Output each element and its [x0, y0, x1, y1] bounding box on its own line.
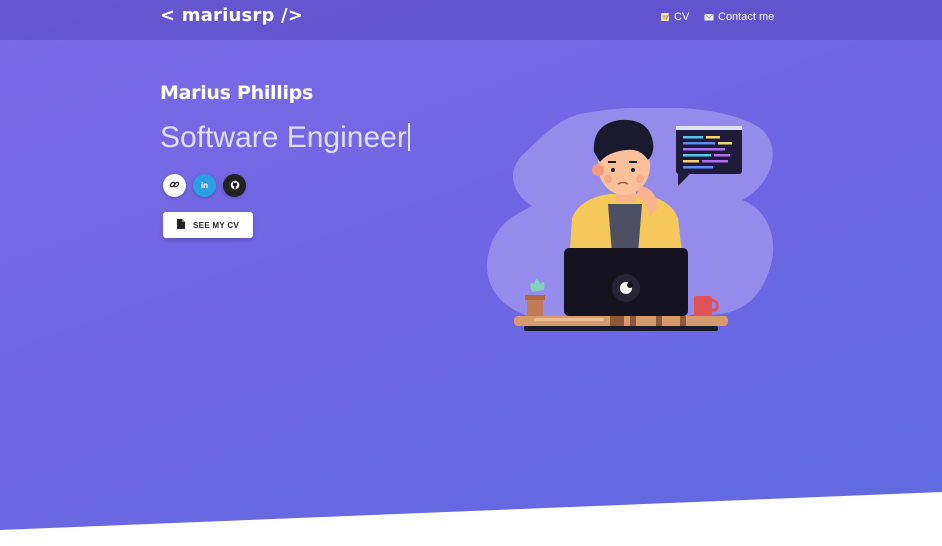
- hero-role-text: Software Engineer: [160, 121, 407, 154]
- document-icon: [176, 219, 185, 231]
- nav-link-contact-label: Contact me: [718, 11, 775, 23]
- link-icon: [169, 177, 180, 195]
- github-button[interactable]: [223, 174, 246, 197]
- see-cv-button[interactable]: SEE MY CV: [163, 212, 253, 238]
- nav-link-cv[interactable]: CV: [660, 11, 689, 23]
- hero-role: Software Engineer: [160, 121, 410, 155]
- nav-link-cv-label: CV: [674, 11, 690, 23]
- see-cv-label: SEE MY CV: [192, 220, 240, 230]
- laptop: [564, 248, 688, 316]
- notepad-icon: [660, 12, 670, 22]
- envelope-icon: [704, 12, 714, 22]
- brand-logo[interactable]: < mariusrp />: [160, 5, 303, 26]
- developer-illustration: [487, 108, 774, 331]
- typing-cursor: [407, 123, 410, 151]
- nav-link-contact[interactable]: Contact me: [704, 11, 774, 23]
- website-link-button[interactable]: [163, 174, 186, 197]
- navbar: < mariusrp /> CV Contact me: [0, 0, 942, 40]
- github-icon: [230, 177, 240, 195]
- hero-name: Marius Phillips: [160, 82, 313, 104]
- hero-background: [0, 0, 942, 530]
- linkedin-icon: in: [200, 181, 209, 190]
- linkedin-button[interactable]: in: [193, 174, 216, 197]
